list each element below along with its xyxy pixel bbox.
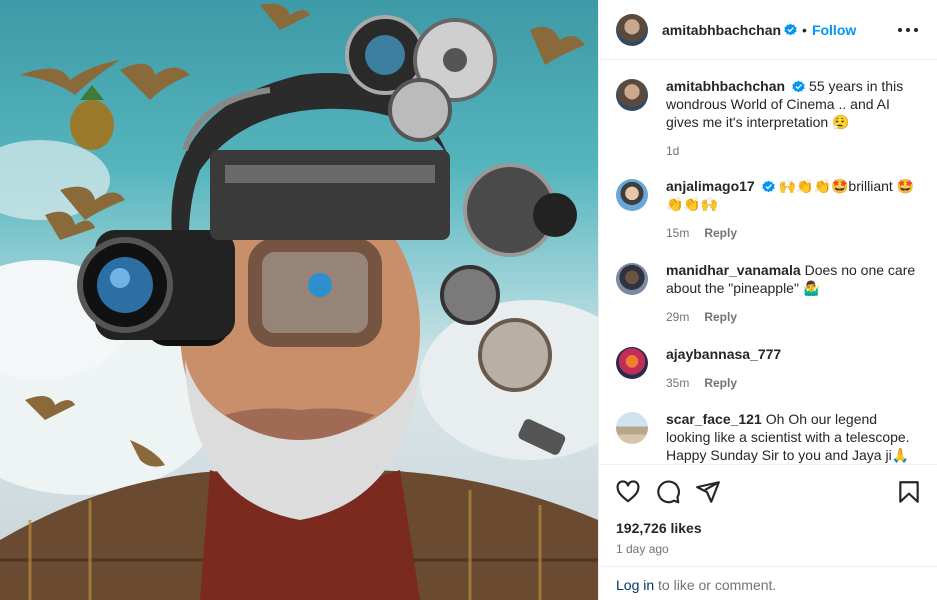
caption: amitabhbachchan 55 years in this wondrous… [616,77,926,158]
header-user: amitabhbachchan • Follow [662,22,856,38]
comment-username[interactable]: manidhar_vanamala [666,262,801,278]
comment-username[interactable]: anjalimago17 [666,178,755,194]
comment-time: 1d [666,144,680,158]
comment-text-block: manidhar_vanamala Does no one care about … [666,261,921,297]
comment-item: anjalimago17 🙌👏👏🤩brilliant 🤩👏👏🙌 15m Reply [616,177,926,240]
avatar[interactable] [616,263,648,295]
comments-list[interactable]: amitabhbachchan 55 years in this wondrous… [599,61,937,463]
comment-item: manidhar_vanamala Does no one care about … [616,261,926,324]
post-sidebar: amitabhbachchan • Follow amitabhbachchan… [598,0,937,600]
header-username[interactable]: amitabhbachchan [662,22,781,38]
more-options-icon[interactable] [898,22,918,38]
comment-meta: 29m Reply [666,310,921,324]
post-image-illustration [0,3,598,600]
reply-button[interactable]: Reply [704,376,737,390]
comment-text-block: scar_face_121 Oh Oh our legend looking li… [666,410,921,463]
verified-badge-icon [762,180,775,193]
avatar[interactable] [616,347,648,379]
comment-time: 29m [666,310,690,324]
post-header: amitabhbachchan • Follow [599,0,937,60]
avatar[interactable] [616,13,648,46]
comment-time: 35m [666,376,690,390]
bookmark-icon[interactable] [896,479,922,505]
login-prompt: Log in to like or comment. [599,566,937,600]
avatar[interactable] [616,79,648,111]
login-prompt-text: to like or comment. [654,577,777,593]
likes-count[interactable]: 192,726 likes [616,520,702,536]
reply-button[interactable]: Reply [704,310,737,324]
post-actions: 192,726 likes 1 day ago Log in to like o… [599,464,937,600]
separator-dot: • [802,21,807,38]
comment-item: ajaybannasa_777 35m Reply [616,345,926,390]
avatar[interactable] [616,179,648,211]
comment-text-block: ajaybannasa_777 [666,345,921,363]
reply-button[interactable]: Reply [704,226,737,240]
post-image[interactable] [0,0,598,600]
comment-icon[interactable] [655,479,681,505]
comment-username[interactable]: ajaybannasa_777 [666,346,781,362]
verified-badge-icon [792,80,805,93]
heart-icon[interactable] [615,479,641,505]
comment-meta: 1d [666,144,921,158]
comment-username[interactable]: amitabhbachchan [666,78,785,94]
comment-time: 15m [666,226,690,240]
avatar[interactable] [616,412,648,444]
comment-text-block: anjalimago17 🙌👏👏🤩brilliant 🤩👏👏🙌 [666,177,921,213]
share-icon[interactable] [695,479,721,505]
verified-badge-icon [784,23,797,36]
comment-username[interactable]: scar_face_121 [666,411,762,427]
comment-meta: 15m Reply [666,226,921,240]
comment-meta: 35m Reply [666,376,921,390]
comment-item: scar_face_121 Oh Oh our legend looking li… [616,410,926,463]
post-time: 1 day ago [616,542,669,556]
comment-text-block: amitabhbachchan 55 years in this wondrous… [666,77,921,131]
follow-button[interactable]: Follow [812,22,856,38]
login-link[interactable]: Log in [616,577,654,593]
